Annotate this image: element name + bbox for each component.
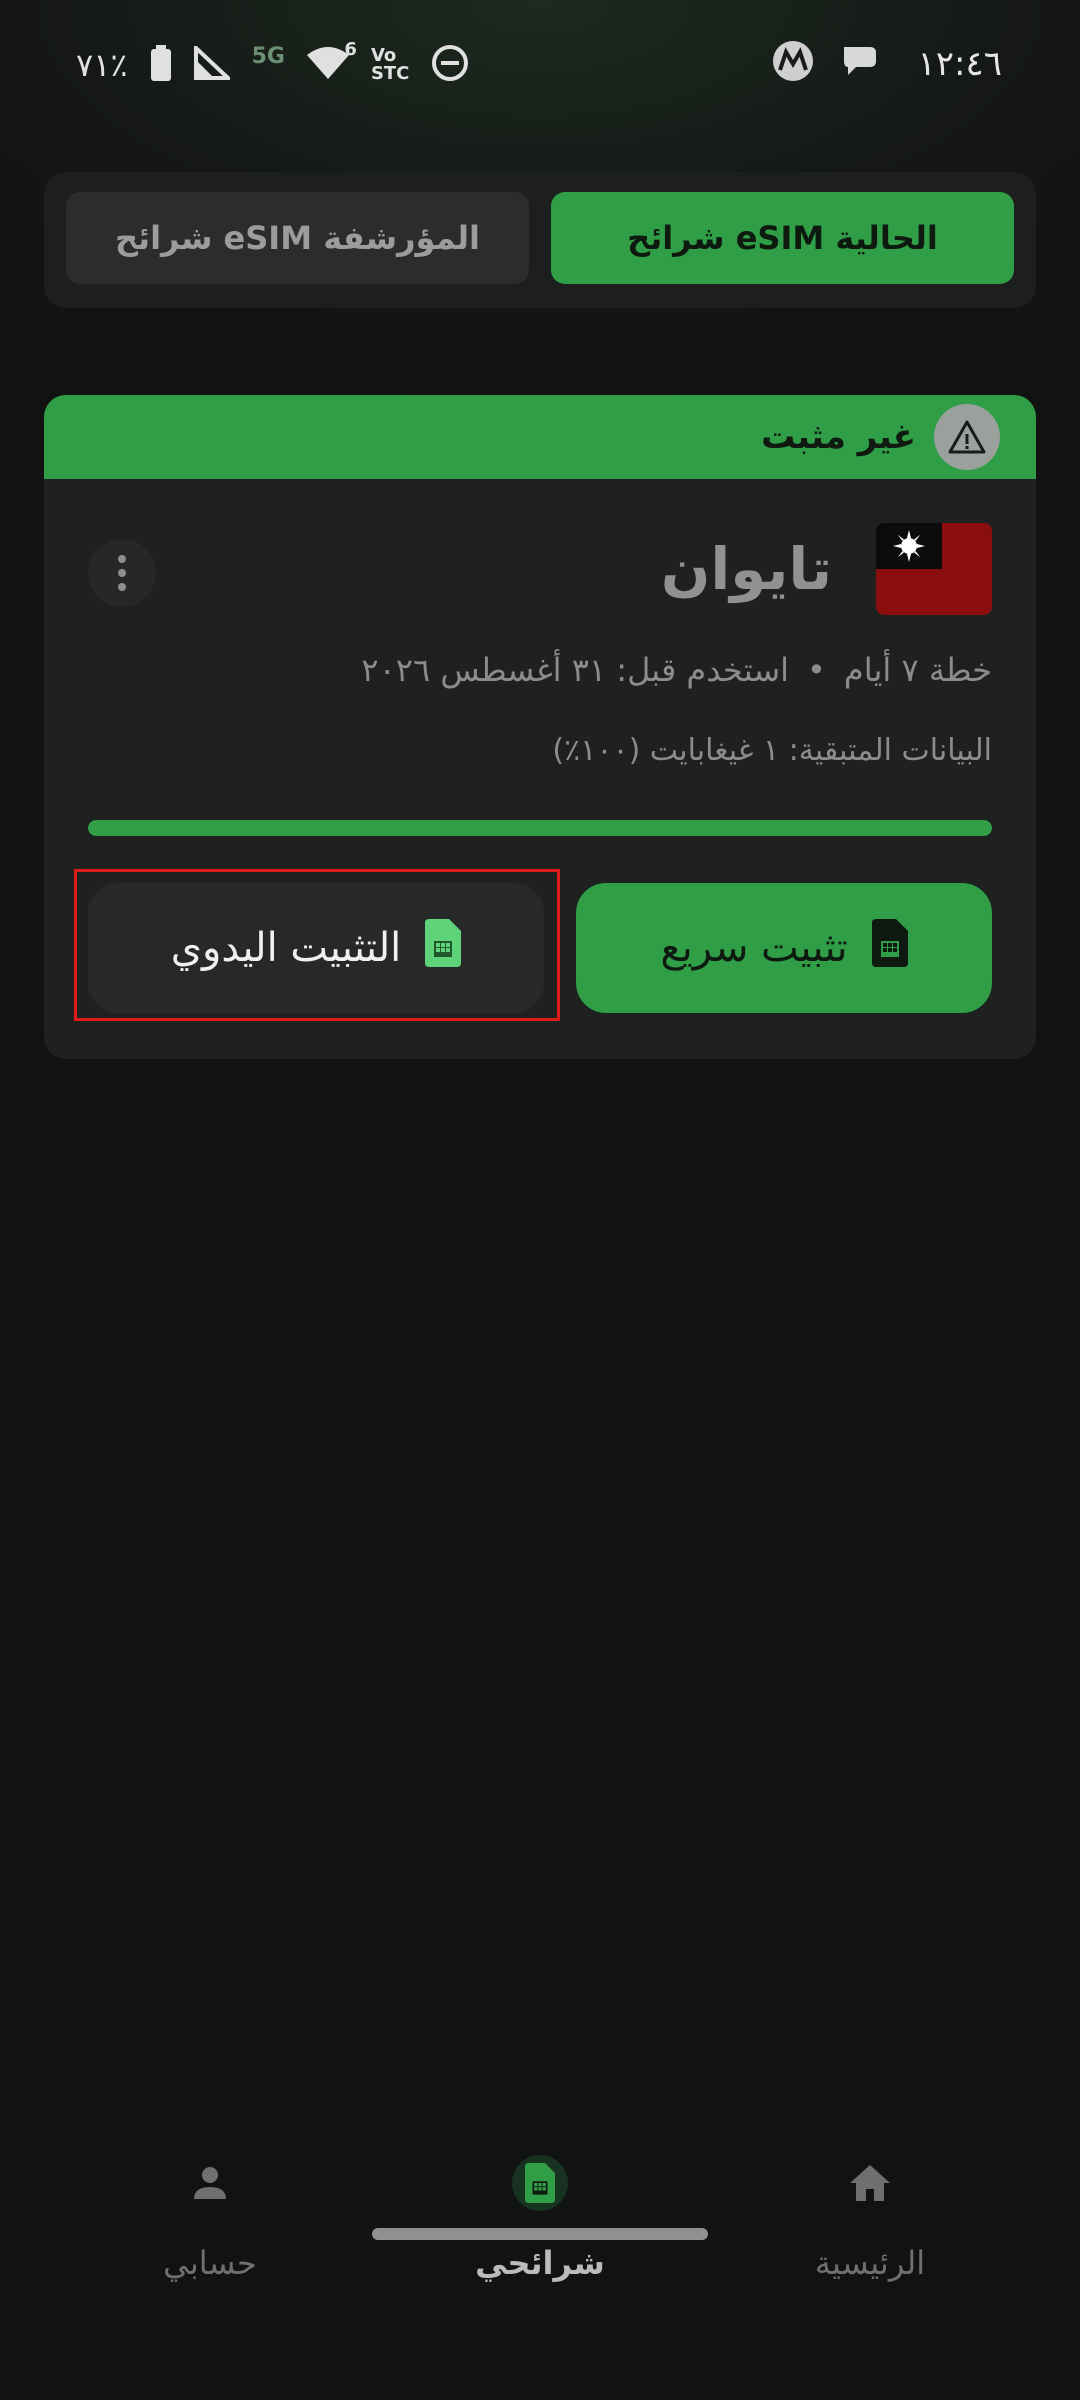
tab-archived-esims[interactable]: شرائح eSIM المؤرشفة bbox=[66, 192, 529, 284]
person-icon bbox=[194, 2167, 226, 2199]
plan-separator: • bbox=[807, 651, 826, 689]
tab-current-esims[interactable]: شرائح eSIM الحالية bbox=[551, 192, 1014, 284]
status-bar: ٧١٪ 5G 6 Vo STC ١٢:٤٦ bbox=[0, 0, 1080, 130]
plan-duration: خطة ٧ أيام bbox=[843, 651, 992, 689]
wifi-level: 6 bbox=[344, 39, 357, 60]
volte-indicator: Vo STC bbox=[371, 47, 409, 83]
battery-icon bbox=[150, 45, 172, 85]
nav-account-label: حسابي bbox=[163, 2244, 257, 2282]
esim-tabs: شرائح eSIM المؤرشفة شرائح eSIM الحالية bbox=[44, 172, 1036, 308]
screen: ٧١٪ 5G 6 Vo STC ١٢:٤٦ شرائح eSIM المؤرشف… bbox=[0, 0, 1080, 2400]
motorola-icon bbox=[772, 40, 814, 86]
nav-home-label: الرئيسية bbox=[814, 2244, 926, 2282]
bottom-navigation: حسابي شرائحي الرئيسية bbox=[0, 2140, 1080, 2300]
wifi-icon: 6 bbox=[306, 41, 357, 83]
network-type: 5G bbox=[251, 43, 285, 69]
cellular-signal-icon bbox=[193, 43, 233, 84]
data-progress-fill bbox=[88, 820, 992, 836]
plan-line: خطة ٧ أيام • استخدم قبل: ٣١ أغسطس ٢٠٢٦ bbox=[361, 651, 992, 689]
status-left: ٧١٪ 5G 6 Vo STC bbox=[76, 40, 469, 90]
home-icon bbox=[850, 2165, 890, 2201]
status-right-icons bbox=[772, 40, 880, 86]
chat-bubbles-icon bbox=[840, 43, 880, 83]
nav-account[interactable]: حسابي bbox=[80, 2140, 340, 2282]
quick-install-label: تثبيت سريع bbox=[660, 925, 848, 971]
do-not-disturb-icon bbox=[431, 44, 469, 86]
home-indicator[interactable] bbox=[372, 2228, 708, 2240]
sim-card-icon bbox=[871, 919, 908, 977]
quick-install-button[interactable]: تثبيت سريع bbox=[576, 883, 992, 1013]
warning-icon bbox=[934, 404, 1000, 470]
sim-card-icon bbox=[512, 2155, 568, 2211]
volte-bottom: STC bbox=[370, 63, 410, 84]
country-row: تايوان bbox=[661, 523, 992, 615]
more-options-button[interactable] bbox=[88, 539, 156, 607]
clock: ١٢:٤٦ bbox=[917, 44, 1002, 84]
selection-highlight bbox=[74, 869, 560, 1021]
data-remaining: البيانات المتبقية: ١ غيغابايت (١٠٠٪) bbox=[552, 733, 992, 768]
taiwan-flag-icon bbox=[876, 523, 992, 615]
install-status: غير مثبت bbox=[761, 417, 916, 457]
country-name: تايوان bbox=[660, 535, 832, 603]
use-before-date: استخدم قبل: ٣١ أغسطس ٢٠٢٦ bbox=[361, 651, 790, 689]
card-status-header: غير مثبت bbox=[44, 395, 1036, 479]
nav-home[interactable]: الرئيسية bbox=[740, 2140, 1000, 2282]
nav-my-sims-label: شرائحي bbox=[475, 2244, 605, 2282]
battery-percent: ٧١٪ bbox=[76, 46, 128, 84]
nav-my-sims[interactable]: شرائحي bbox=[410, 2140, 670, 2282]
more-vertical-icon bbox=[118, 555, 126, 563]
data-progress-bar bbox=[88, 820, 992, 836]
